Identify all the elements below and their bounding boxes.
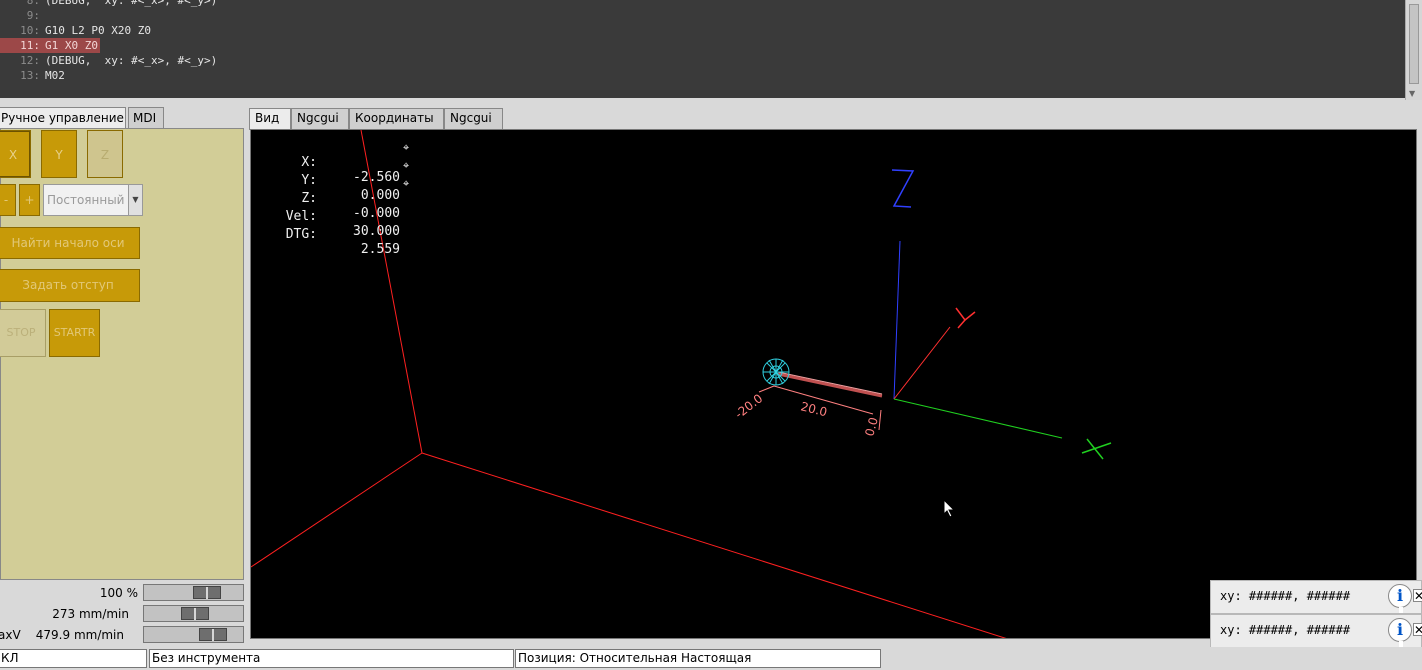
close-icon[interactable]: ✕ [1413,623,1422,636]
max-velocity-row: axV 479.9 mm/min [0,625,246,645]
dimension-label: 20.0 [799,399,828,419]
scroll-down-icon[interactable]: ▼ [1409,89,1415,98]
line-number: 13: [20,69,40,82]
touch-off-button[interactable]: Задать отступ [0,269,140,302]
dro-vel-row: Vel: 30.000 [251,194,400,239]
tool-marker-icon [762,358,790,386]
dimension-label: 0.0 [862,416,880,438]
line-number: 12: [20,54,40,67]
dro-y-value: 0.000 [360,188,400,203]
code-line-current[interactable]: 11: G1 X0 Z0 [0,38,1405,53]
code-line[interactable]: 10: G10 L2 P0 X20 Z0 [0,23,1405,38]
tab-coordinates[interactable]: Координаты [349,108,444,129]
y-axis-letter [955,307,976,322]
debug-popup: xy: ######, ###### i ✕ [1210,614,1422,648]
slider-knob[interactable] [181,607,209,620]
jog-speed-row: 273 mm/min [0,604,246,624]
mouse-cursor-icon [943,499,956,518]
dro-dtg-label: DTG: [285,227,317,242]
homed-icon: ⌖ [403,159,410,172]
dro-x-row: X: -2.560 ⌖ [251,140,409,185]
axis-x-button[interactable]: X [0,130,31,178]
code-line[interactable]: 8: (DEBUG, xy: #<_x>, #<_y>) [0,0,1405,8]
status-bar: КЛ Без инструмента Позиция: Относительна… [0,647,1422,670]
line-number: 8: [26,0,40,7]
dro-z-row: Z: -0.000 ⌖ [251,176,409,221]
position-mode: Позиция: Относительная Настоящая [515,649,881,668]
dro-vel-value: 30.000 [353,224,400,239]
start-button[interactable]: STARTR [49,309,100,357]
line-number: 10: [20,24,40,37]
gcode-editor[interactable]: 8: (DEBUG, xy: #<_x>, #<_y>) 9: 10: G10 L2… [0,0,1405,98]
toolpath-segment [777,371,883,395]
axis-y-button[interactable]: Y [41,130,77,178]
line-number: 11: [0,38,40,53]
code-line[interactable]: 12: (DEBUG, xy: #<_x>, #<_y>) [0,53,1405,68]
code-line[interactable]: 13: M02 [0,68,1405,83]
jog-minus-button[interactable]: - [0,184,16,216]
axis-z-button[interactable]: Z [87,130,123,178]
chevron-down-icon[interactable]: ▼ [128,185,142,215]
limit-edge [251,452,423,568]
slider-knob[interactable] [193,586,221,599]
tab-manual-control[interactable]: Ручное управление [0,107,126,130]
feed-override-slider[interactable] [143,584,244,601]
z-axis-letter [891,169,915,208]
feed-override-row: 100 % [0,583,246,603]
dimension-label: -20.0 [732,391,765,421]
manual-control-panel: X Y Z - + Постоянный ▼ Найти начало оси … [0,128,244,580]
code-line[interactable]: 9: [0,8,1405,23]
toolpath-segment [777,372,883,398]
jog-plus-button[interactable]: + [19,184,40,216]
homed-icon: ⌖ [403,177,410,190]
line-text: (DEBUG, xy: #<_x>, #<_y>) [45,0,218,7]
jog-mode-value: Постоянный [47,193,125,207]
jog-speed-value: 273 mm/min [52,607,129,621]
z-axis-line [893,240,901,400]
debug-message: xy: ######, ###### [1220,623,1351,637]
tab-ngcgui-1[interactable]: Ngcgui [291,108,349,129]
line-text: G10 L2 P0 X20 Z0 [45,24,151,37]
debug-popup: xy: ######, ###### i ✕ [1210,580,1422,614]
preview-canvas[interactable]: -20.0 20.0 0.0 [251,130,1417,639]
dro-x-value: -2.560 [353,170,400,185]
code-scrollbar[interactable]: ▼ [1405,0,1422,100]
tab-mdi[interactable]: MDI [128,107,164,129]
max-velocity-value: 479.9 mm/min [35,628,124,642]
close-icon[interactable]: ✕ [1413,589,1422,602]
machine-state: КЛ [0,649,147,668]
home-axis-button[interactable]: Найти начало оси [0,227,140,259]
dimension-tick [758,385,775,393]
override-controls: 100 % 273 mm/min axV 479.9 mm/min [0,583,246,645]
scrollbar-thumb[interactable] [1409,4,1419,84]
line-text: (DEBUG, xy: #<_x>, #<_y>) [45,54,218,67]
jog-speed-slider[interactable] [143,605,244,622]
jog-mode-select[interactable]: Постоянный ▼ [43,184,143,216]
tool-status: Без инструмента [149,649,514,668]
y-axis-letter [957,319,966,329]
tab-preview[interactable]: Вид [249,108,291,130]
max-velocity-slider[interactable] [143,626,244,643]
homed-icon: ⌖ [403,141,410,154]
stop-button[interactable]: STOP [0,309,46,357]
dro-y-row: Y: 0.000 ⌖ [251,158,409,203]
line-number: 9: [26,9,40,22]
dro-dtg-value: 2.559 [360,242,400,257]
slider-knob[interactable] [199,628,227,641]
dro-dtg-row: DTG: 2.559 [251,212,400,257]
tab-ngcgui-2[interactable]: Ngcgui [444,108,503,129]
toolpath-preview[interactable]: -20.0 20.0 0.0 X: -2.560 ⌖ Y: 0.000 ⌖ Z:… [250,129,1417,639]
line-text: M02 [45,69,65,82]
x-axis-line [893,398,1063,439]
dro-z-value: -0.000 [353,206,400,221]
feed-override-value: 100 % [99,586,138,600]
line-text: G1 X0 Z0 [40,38,100,53]
limit-edge [421,452,1007,638]
y-axis-line [893,326,951,400]
info-icon: i [1388,584,1412,613]
info-icon: i [1388,618,1412,647]
debug-message: xy: ######, ###### [1220,589,1351,603]
